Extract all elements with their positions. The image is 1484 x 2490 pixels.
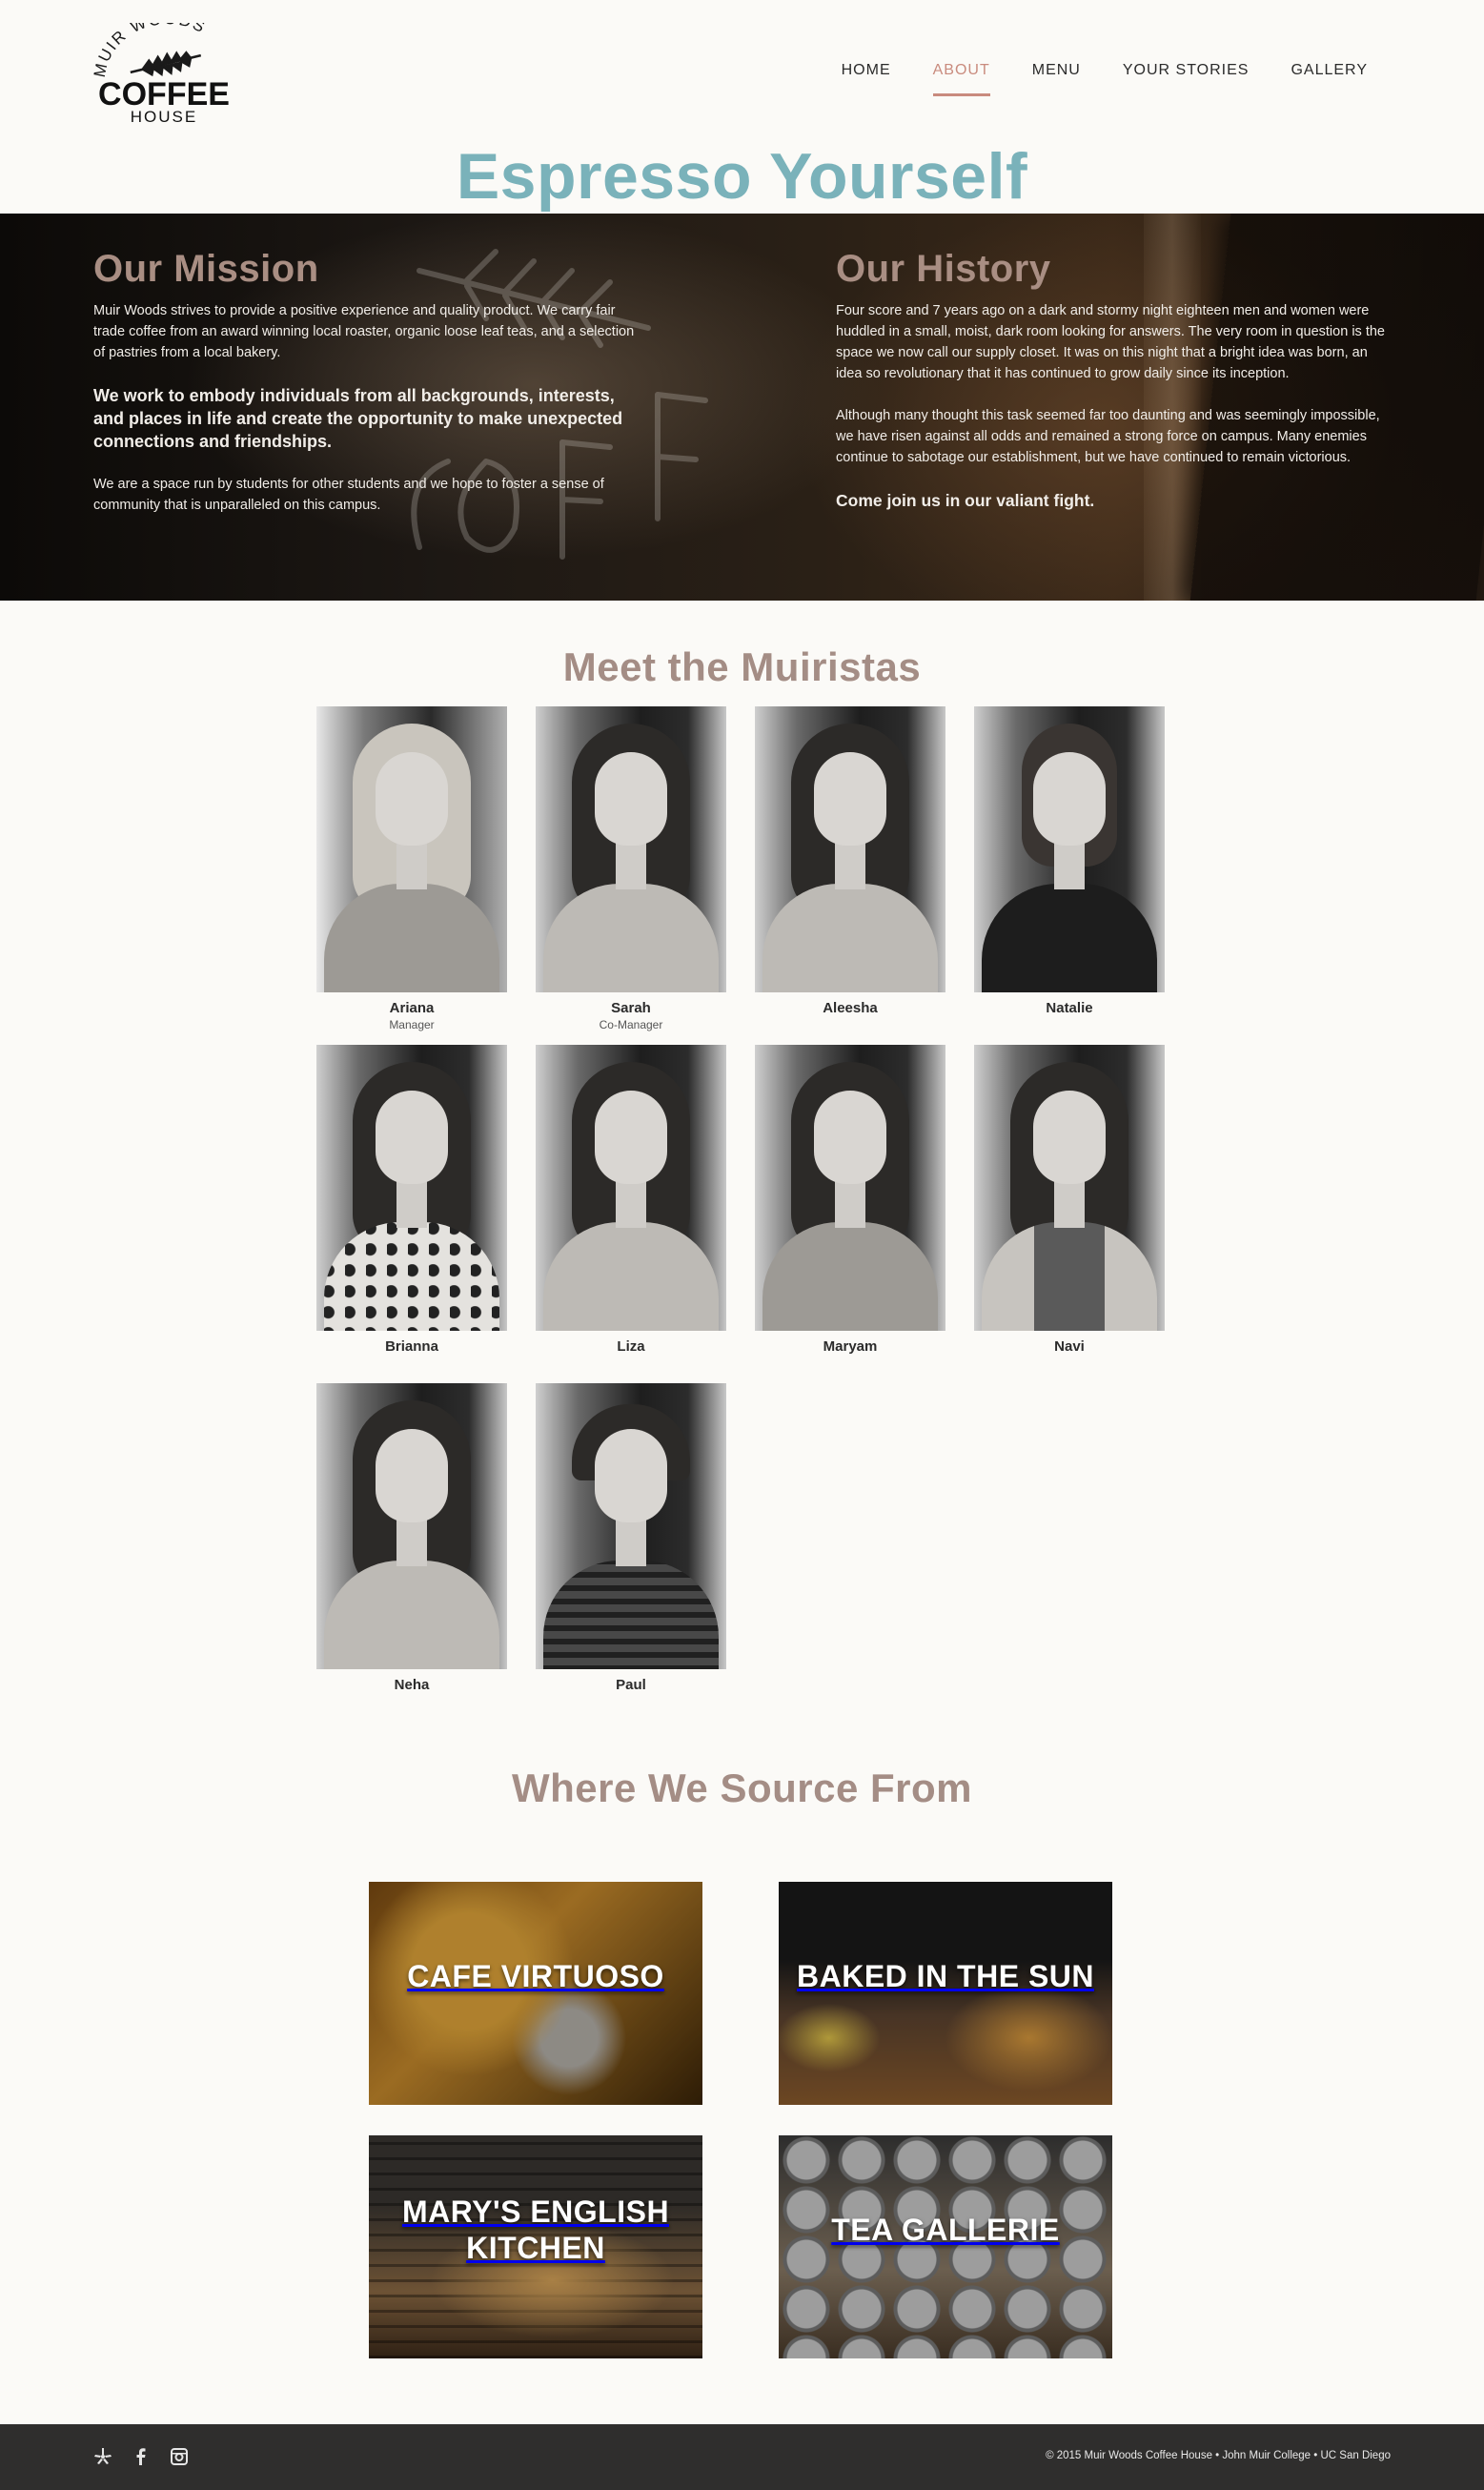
about-hero: Our Mission Muir Woods strives to provid…: [0, 214, 1484, 601]
team-member-paul[interactable]: Paul: [536, 1383, 726, 1693]
member-name: Neha: [394, 1677, 430, 1693]
mission-heading: Our Mission: [93, 248, 319, 290]
member-photo: [536, 706, 726, 992]
nav-about[interactable]: ABOUT: [912, 61, 1011, 96]
source-card-tea-gallerie[interactable]: TEA GALLERIE: [779, 2135, 1112, 2358]
team-member-neha[interactable]: Neha: [316, 1383, 507, 1693]
facebook-icon[interactable]: [132, 2447, 151, 2466]
member-photo: [316, 1045, 507, 1331]
logo[interactable]: MUIR WOODS COFFEE HOUSE: [88, 23, 240, 128]
member-name: Navi: [1054, 1338, 1085, 1355]
coffee-leaf-icon: MUIR WOODS COFFEE HOUSE: [91, 23, 230, 126]
member-name: Aleesha: [823, 1000, 878, 1016]
history-paragraph-1: Four score and 7 years ago on a dark and…: [836, 303, 1385, 381]
member-role: Manager: [389, 1018, 435, 1031]
member-name: Sarah: [611, 1000, 651, 1016]
nav-menu[interactable]: MENU: [1011, 61, 1102, 95]
yelp-icon[interactable]: [93, 2447, 112, 2466]
team-member-navi[interactable]: Navi: [974, 1045, 1165, 1355]
sources-heading: Where We Source From: [512, 1765, 972, 1810]
mission-paragraph-3: We are a space run by students for other…: [93, 477, 604, 513]
team-heading: Meet the Muiristas: [562, 644, 922, 689]
source-label: MARY'S ENGLISH KITCHEN: [401, 2194, 670, 2265]
source-card-cafe-virtuoso[interactable]: CAFE VIRTUOSO: [369, 1882, 702, 2105]
instagram-icon[interactable]: [170, 2447, 189, 2466]
member-photo: [316, 1383, 507, 1669]
member-photo: [316, 706, 507, 992]
member-photo: [974, 1045, 1165, 1331]
member-photo: [755, 1045, 945, 1331]
nav-home[interactable]: HOME: [821, 61, 912, 95]
history-column: Our History Four score and 7 years ago o…: [836, 248, 1389, 533]
member-photo: [974, 706, 1165, 992]
member-name: Natalie: [1046, 1000, 1093, 1016]
history-paragraph-3: Come join us in our valiant fight.: [836, 491, 1095, 510]
logo-bottom-text: HOUSE: [131, 108, 197, 126]
copyright-text: © 2015 Muir Woods Coffee House • John Mu…: [1046, 2450, 1391, 2461]
team-member-ariana[interactable]: Ariana Manager: [316, 706, 507, 1031]
team-member-brianna[interactable]: Brianna: [316, 1045, 507, 1355]
history-paragraph-2: Although many thought this task seemed f…: [836, 408, 1380, 465]
site-header: MUIR WOODS COFFEE HOUSE HOME ABOUT MENU: [0, 0, 1484, 143]
member-photo: [755, 706, 945, 992]
member-name: Maryam: [823, 1338, 878, 1355]
nav-your-stories[interactable]: YOUR STORIES: [1102, 61, 1271, 95]
team-member-maryam[interactable]: Maryam: [755, 1045, 945, 1355]
source-label: BAKED IN THE SUN: [796, 1959, 1094, 1993]
source-card-marys-english-kitchen[interactable]: MARY'S ENGLISH KITCHEN: [369, 2135, 702, 2358]
mission-paragraph-2: We work to embody individuals from all b…: [93, 386, 623, 451]
member-name: Brianna: [385, 1338, 438, 1355]
member-role: Co-Manager: [599, 1018, 663, 1031]
member-photo: [536, 1383, 726, 1669]
team-member-liza[interactable]: Liza: [536, 1045, 726, 1355]
main-nav: HOME ABOUT MENU YOUR STORIES GALLERY: [821, 61, 1389, 96]
history-heading: Our History: [836, 248, 1051, 290]
site-footer: © 2015 Muir Woods Coffee House • John Mu…: [0, 2424, 1484, 2490]
source-label: CAFE VIRTUOSO: [407, 1959, 664, 1993]
mission-paragraph-1: Muir Woods strives to provide a positive…: [93, 303, 635, 360]
member-name: Liza: [617, 1338, 645, 1355]
source-label: TEA GALLERIE: [831, 2213, 1060, 2247]
member-name: Ariana: [389, 1000, 435, 1016]
mission-column: Our Mission Muir Woods strives to provid…: [93, 248, 646, 537]
team-member-aleesha[interactable]: Aleesha: [755, 706, 945, 1016]
member-name: Paul: [616, 1677, 646, 1693]
social-links: [93, 2447, 189, 2466]
member-photo: [536, 1045, 726, 1331]
page-title: Espresso Yourself: [456, 140, 1028, 213]
team-member-natalie[interactable]: Natalie: [974, 706, 1165, 1016]
team-member-sarah[interactable]: Sarah Co-Manager: [536, 706, 726, 1031]
source-card-baked-in-the-sun[interactable]: BAKED IN THE SUN: [779, 1882, 1112, 2105]
nav-gallery[interactable]: GALLERY: [1270, 61, 1389, 95]
